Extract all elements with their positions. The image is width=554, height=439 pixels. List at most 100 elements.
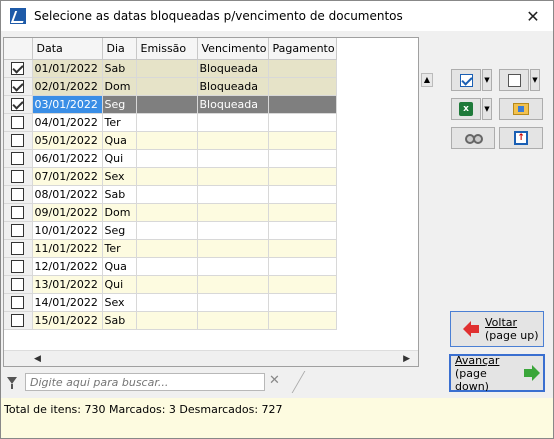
cell-data[interactable]: 05/01/2022 <box>32 131 103 150</box>
table-row[interactable]: 15/01/2022 Sab <box>4 311 337 330</box>
row-checkbox[interactable] <box>11 313 25 327</box>
find-button[interactable] <box>451 127 495 149</box>
cell-vencimento[interactable] <box>197 239 269 258</box>
cell-dia[interactable]: Qua <box>102 131 137 150</box>
cell-pagamento[interactable] <box>268 95 337 114</box>
table-row[interactable]: 10/01/2022 Seg <box>4 221 337 240</box>
cell-dia[interactable]: Sab <box>102 185 137 204</box>
header-vencimento[interactable]: Vencimento <box>197 38 269 60</box>
table-row[interactable]: 07/01/2022 Sex <box>4 167 337 186</box>
scroll-right-icon[interactable]: ▶ <box>403 354 410 364</box>
cell-dia[interactable]: Sab <box>102 59 137 78</box>
cell-pagamento[interactable] <box>268 149 337 168</box>
cell-pagamento[interactable] <box>268 257 337 276</box>
table-row[interactable]: 08/01/2022 Sab <box>4 185 337 204</box>
row-checkbox[interactable] <box>11 151 25 165</box>
cell-emissao[interactable] <box>136 239 198 258</box>
cell-emissao[interactable] <box>136 95 198 114</box>
cell-data[interactable]: 15/01/2022 <box>32 311 103 330</box>
cell-vencimento[interactable]: Bloqueada <box>197 59 269 78</box>
cell-emissao[interactable] <box>136 221 198 240</box>
uncheck-all-button[interactable] <box>499 69 529 91</box>
forward-button[interactable]: Avançar (page down) <box>449 354 545 393</box>
cell-emissao[interactable] <box>136 149 198 168</box>
cell-data[interactable]: 04/01/2022 <box>32 113 103 132</box>
cell-data[interactable]: 10/01/2022 <box>32 221 103 240</box>
cell-pagamento[interactable] <box>268 275 337 294</box>
table-row[interactable]: 12/01/2022 Qua <box>4 257 337 276</box>
cell-vencimento[interactable] <box>197 185 269 204</box>
back-button[interactable]: Voltar (page up) <box>450 311 544 347</box>
cell-dia[interactable]: Sab <box>102 311 137 330</box>
cell-dia[interactable]: Seg <box>102 221 137 240</box>
header-check[interactable] <box>4 38 33 60</box>
cell-dia[interactable]: Qua <box>102 257 137 276</box>
cell-pagamento[interactable] <box>268 113 337 132</box>
cell-dia[interactable]: Dom <box>102 77 137 96</box>
cell-emissao[interactable] <box>136 203 198 222</box>
cell-pagamento[interactable] <box>268 77 337 96</box>
close-button[interactable]: ✕ <box>513 7 553 26</box>
row-checkbox[interactable] <box>11 223 25 237</box>
cell-dia[interactable]: Ter <box>102 113 137 132</box>
cell-emissao[interactable] <box>136 311 198 330</box>
row-checkbox[interactable] <box>11 187 25 201</box>
cell-emissao[interactable] <box>136 275 198 294</box>
row-checkbox[interactable] <box>11 61 25 75</box>
cell-vencimento[interactable] <box>197 149 269 168</box>
excel-dropdown[interactable]: ▼ <box>482 98 492 120</box>
horizontal-scrollbar[interactable]: ◀ ▶ <box>4 350 418 366</box>
cell-pagamento[interactable] <box>268 239 337 258</box>
cell-data[interactable]: 06/01/2022 <box>32 149 103 168</box>
header-pagamento[interactable]: Pagamento <box>268 38 337 60</box>
cell-pagamento[interactable] <box>268 131 337 150</box>
cell-dia[interactable]: Qui <box>102 149 137 168</box>
cell-dia[interactable]: Sex <box>102 167 137 186</box>
cell-emissao[interactable] <box>136 167 198 186</box>
row-checkbox[interactable] <box>11 241 25 255</box>
cell-data[interactable]: 01/01/2022 <box>32 59 103 78</box>
row-checkbox[interactable] <box>11 295 25 309</box>
uncheck-all-dropdown[interactable]: ▼ <box>530 69 540 91</box>
cell-pagamento[interactable] <box>268 221 337 240</box>
row-checkbox[interactable] <box>11 277 25 291</box>
table-row[interactable]: 03/01/2022 Seg Bloqueada <box>4 95 337 114</box>
cell-pagamento[interactable] <box>268 185 337 204</box>
cell-vencimento[interactable] <box>197 203 269 222</box>
cell-pagamento[interactable] <box>268 59 337 78</box>
cell-data[interactable]: 12/01/2022 <box>32 257 103 276</box>
header-dia[interactable]: Dia <box>102 38 137 60</box>
cell-emissao[interactable] <box>136 113 198 132</box>
check-all-dropdown[interactable]: ▼ <box>482 69 492 91</box>
search-input[interactable] <box>25 373 265 391</box>
cell-vencimento[interactable] <box>197 311 269 330</box>
scroll-left-icon[interactable]: ◀ <box>34 354 41 364</box>
cell-emissao[interactable] <box>136 293 198 312</box>
check-all-button[interactable] <box>451 69 481 91</box>
row-checkbox[interactable] <box>11 133 25 147</box>
export-button[interactable] <box>499 98 543 120</box>
cell-dia[interactable]: Qui <box>102 275 137 294</box>
cell-data[interactable]: 07/01/2022 <box>32 167 103 186</box>
cell-vencimento[interactable]: Bloqueada <box>197 95 269 114</box>
cell-emissao[interactable] <box>136 77 198 96</box>
row-checkbox[interactable] <box>11 115 25 129</box>
cell-vencimento[interactable]: Bloqueada <box>197 77 269 96</box>
table-row[interactable]: 02/01/2022 Dom Bloqueada <box>4 77 337 96</box>
table-row[interactable]: 11/01/2022 Ter <box>4 239 337 258</box>
row-checkbox[interactable] <box>11 79 25 93</box>
cell-pagamento[interactable] <box>268 203 337 222</box>
table-row[interactable]: 14/01/2022 Sex <box>4 293 337 312</box>
cell-pagamento[interactable] <box>268 167 337 186</box>
header-data[interactable]: Data <box>32 38 103 60</box>
cell-data[interactable]: 09/01/2022 <box>32 203 103 222</box>
table-row[interactable]: 09/01/2022 Dom <box>4 203 337 222</box>
cell-vencimento[interactable] <box>197 275 269 294</box>
scroll-up-icon[interactable]: ▲ <box>421 73 433 87</box>
filter-icon[interactable] <box>7 377 17 389</box>
header-emissao[interactable]: Emissão <box>136 38 198 60</box>
cell-data[interactable]: 03/01/2022 <box>32 95 103 114</box>
cell-pagamento[interactable] <box>268 311 337 330</box>
cell-data[interactable]: 02/01/2022 <box>32 77 103 96</box>
row-checkbox[interactable] <box>11 97 25 111</box>
